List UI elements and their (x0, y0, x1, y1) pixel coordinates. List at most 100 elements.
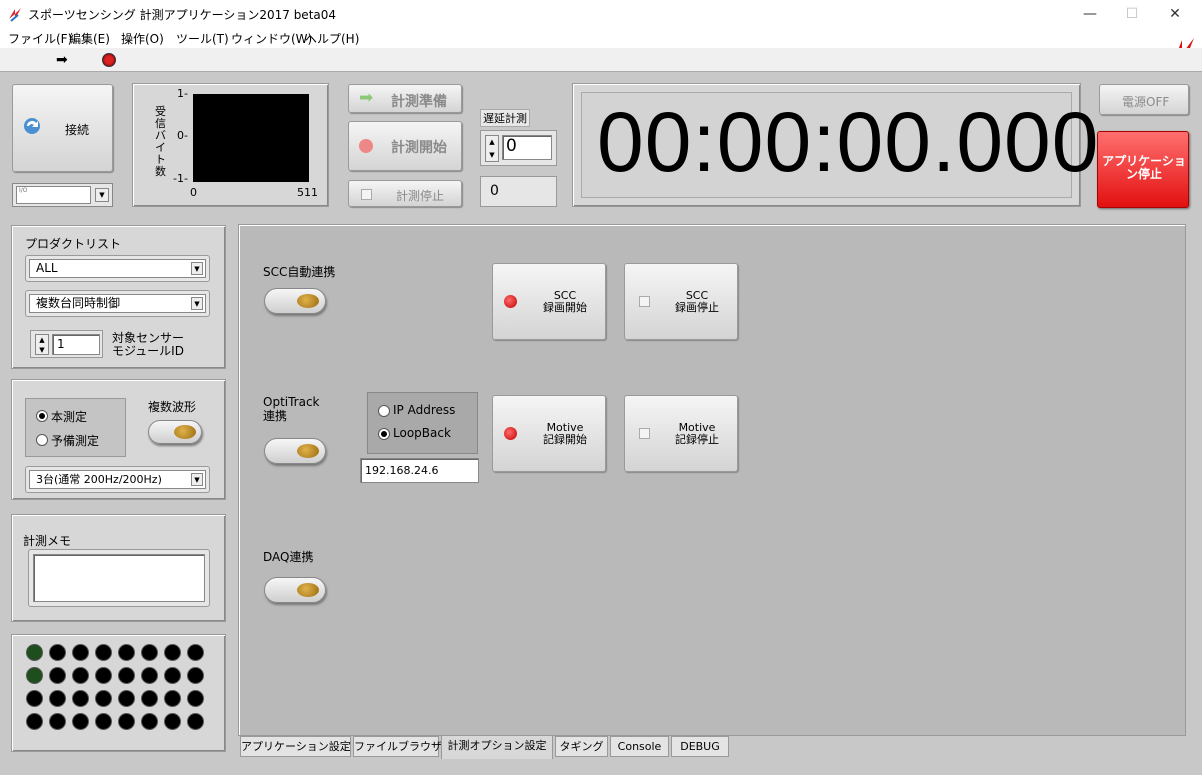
delay-readout-frame: 0 (480, 176, 557, 207)
radio-pre-measurement[interactable] (36, 434, 48, 446)
graph-plot-area (193, 94, 309, 182)
graph-ytick-1: 1- (177, 87, 188, 100)
maximize-button[interactable]: ☐ (1117, 4, 1147, 24)
minimize-button[interactable]: — (1075, 4, 1105, 24)
multi-wave-toggle[interactable] (148, 420, 202, 444)
optitrack-toggle[interactable] (264, 438, 326, 464)
measurement-options-tab-panel: SCC自動連携 SCC 録画開始 SCC 録画停止 OptiTrack 連携 I… (238, 224, 1186, 736)
motive-record-stop-label-2: 記録停止 (675, 433, 719, 446)
tab-application-settings[interactable]: アプリケーション設定 (240, 736, 351, 757)
toolbar: ➡ (0, 48, 1202, 72)
menu-help[interactable]: ヘルプ(H) (305, 30, 359, 47)
menu-operation[interactable]: 操作(O) (121, 30, 164, 47)
status-led (26, 644, 43, 661)
status-led (164, 644, 181, 661)
app-stop-button[interactable]: アプリケーション停止 (1097, 131, 1189, 208)
sensor-id-stepper[interactable]: ▲ ▼ 1 (30, 330, 103, 358)
refresh-icon (24, 118, 40, 134)
status-led (187, 644, 204, 661)
chevron-down-icon[interactable]: ▼ (191, 473, 203, 486)
control-mode-value: 複数台同時制御 (36, 296, 121, 310)
chevron-down-icon[interactable]: ▼ (95, 188, 109, 202)
menu-edit[interactable]: 編集(E) (69, 30, 110, 47)
received-bytes-graph-panel: 受信バイト数 1- 0- -1- 0 511 (132, 83, 329, 207)
ip-address-input[interactable]: 192.168.24.6 (360, 458, 479, 483)
menu-file[interactable]: ファイル(F) (8, 30, 72, 47)
graph-xtick-511: 511 (297, 186, 318, 199)
delay-stepper[interactable]: ▲ ▼ 0 (480, 130, 557, 166)
power-off-button[interactable]: 電源OFF (1099, 84, 1189, 115)
stop-label: 計測停止 (396, 189, 445, 203)
connect-button[interactable]: 接続 (12, 84, 113, 172)
sensor-id-label-2: モジュールID (112, 344, 184, 358)
chevron-down-icon[interactable]: ▼ (191, 297, 203, 310)
io-combo[interactable]: I/O ▼ (12, 183, 113, 207)
menu-tools[interactable]: ツール(T) (176, 30, 229, 47)
menu-bar: ファイル(F) 編集(E) 操作(O) ツール(T) ウィンドウ(W) ヘルプ(… (0, 28, 1202, 72)
abort-icon[interactable] (102, 53, 116, 67)
stop-button[interactable]: 計測停止 (348, 180, 462, 207)
record-icon (359, 139, 373, 153)
window-title: スポーツセンシング 計測アプリケーション2017 beta04 (28, 8, 337, 22)
radio-pre-label: 予備測定 (51, 434, 100, 448)
prepare-button[interactable]: ➡ 計測準備 (348, 84, 462, 113)
control-mode-combo[interactable]: 複数台同時制御 ▼ (25, 290, 210, 317)
radio-ip-address[interactable] (378, 405, 390, 417)
status-led (187, 690, 204, 707)
timer-panel: 00:00:00.000 (572, 83, 1098, 207)
chevron-down-icon[interactable]: ▼ (191, 262, 203, 275)
graph-ylabel: 受信バイト数 (155, 105, 166, 178)
status-led (26, 690, 43, 707)
led-grid (26, 644, 216, 744)
sensor-id-input[interactable]: 1 (52, 334, 100, 355)
optitrack-label-2: 連携 (263, 409, 288, 423)
start-label: 計測開始 (391, 140, 447, 156)
tab-tagging[interactable]: タギング (555, 736, 608, 757)
scc-record-stop-button[interactable]: SCC 録画停止 (624, 263, 738, 340)
status-led (95, 690, 112, 707)
close-button[interactable]: ✕ (1160, 4, 1190, 24)
stepper-arrows-icon[interactable]: ▲ ▼ (35, 334, 49, 355)
menu-window[interactable]: ウィンドウ(W) (231, 30, 312, 47)
product-list-combo[interactable]: ALL ▼ (25, 255, 210, 282)
status-led (118, 644, 135, 661)
status-led (95, 667, 112, 684)
tab-measurement-options[interactable]: 計測オプション設定 (441, 735, 553, 759)
measurement-radio-group: 本測定 予備測定 (25, 398, 126, 457)
tab-console[interactable]: Console (610, 736, 669, 757)
motive-record-stop-button[interactable]: Motive 記録停止 (624, 395, 738, 472)
status-led (118, 713, 135, 730)
product-list-value: ALL (36, 261, 58, 275)
scc-auto-toggle[interactable] (264, 288, 326, 314)
start-button[interactable]: 計測開始 (348, 121, 462, 171)
ip-mode-radio-group: IP Address LoopBack (367, 392, 478, 454)
status-led (164, 667, 181, 684)
app-logo-icon (9, 8, 21, 22)
memo-textarea[interactable] (33, 554, 205, 602)
tab-debug[interactable]: DEBUG (671, 736, 729, 757)
rate-value: 3台(通常 200Hz/200Hz) (36, 473, 162, 486)
memo-frame (28, 549, 210, 607)
memo-title: 計測メモ (23, 534, 72, 548)
scc-record-start-label-2: 録画開始 (543, 301, 587, 314)
scc-record-stop-label-2: 録画停止 (675, 301, 719, 314)
delay-input[interactable]: 0 (502, 135, 552, 160)
motive-record-start-button[interactable]: Motive 記録開始 (492, 395, 606, 472)
daq-toggle[interactable] (264, 577, 326, 603)
led-panel (11, 634, 226, 752)
tab-file-browser[interactable]: ファイルブラウザ (353, 736, 442, 757)
red-led-icon (504, 427, 517, 440)
run-arrow-icon[interactable]: ➡ (56, 52, 68, 68)
prepare-label: 計測準備 (391, 94, 447, 110)
measurement-mode-panel: 本測定 予備測定 複数波形 3台(通常 200Hz/200Hz) ▼ (11, 379, 226, 500)
stepper-arrows-icon[interactable]: ▲ ▼ (485, 135, 499, 162)
status-led (141, 667, 158, 684)
status-led (95, 713, 112, 730)
square-icon (639, 428, 650, 439)
radio-main-measurement[interactable] (36, 410, 48, 422)
scc-record-start-button[interactable]: SCC 録画開始 (492, 263, 606, 340)
radio-loopback[interactable] (378, 428, 390, 440)
rate-combo[interactable]: 3台(通常 200Hz/200Hz) ▼ (25, 466, 210, 493)
status-led (49, 644, 66, 661)
status-led (118, 690, 135, 707)
